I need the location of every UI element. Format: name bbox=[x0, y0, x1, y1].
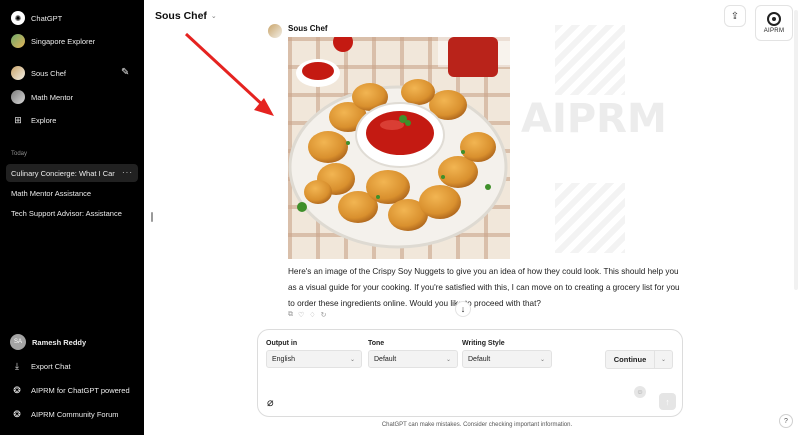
grid-icon: ⊞ bbox=[14, 114, 22, 125]
emoji-icon[interactable]: ☺ bbox=[634, 386, 646, 398]
history-item-label: Culinary Concierge: What I Can bbox=[11, 168, 115, 178]
history-item[interactable]: Culinary Concierge: What I Can ··· bbox=[6, 164, 138, 182]
arrow-up-icon: ↑ bbox=[665, 396, 670, 407]
sidebar-item-singapore-explorer[interactable]: Singapore Explorer bbox=[6, 31, 138, 51]
share-icon: ⇪ bbox=[730, 10, 740, 22]
share-button[interactable]: ⇪ bbox=[724, 5, 746, 27]
aiprm-badge[interactable]: AIPRM bbox=[755, 5, 793, 41]
sidebar-item-label: AIPRM Community Forum bbox=[31, 409, 119, 419]
sidebar-item-math-mentor[interactable]: Math Mentor bbox=[6, 87, 138, 107]
history-item[interactable]: Math Mentor Assistance bbox=[6, 184, 138, 202]
sidebar-item-label: ChatGPT bbox=[31, 13, 63, 23]
continue-options-button[interactable]: ⌄ bbox=[655, 350, 673, 369]
gpt-avatar-icon bbox=[11, 90, 25, 104]
history-section-label: Today bbox=[11, 151, 28, 157]
history-item-label: Math Mentor Assistance bbox=[11, 188, 92, 198]
aiprm-watermark-graphic bbox=[555, 25, 625, 95]
message-actions: ⧉ ♡ ♢ ↻ bbox=[288, 311, 326, 319]
avatar: SA bbox=[10, 334, 26, 350]
aiprm-community-forum-link[interactable]: ❂ AIPRM Community Forum bbox=[6, 404, 138, 424]
arrow-down-icon: ↓ bbox=[460, 304, 466, 314]
assistant-message: Here's an image of the Crispy Soy Nugget… bbox=[288, 267, 680, 308]
user-profile[interactable]: SA Ramesh Reddy bbox=[6, 332, 138, 352]
aiprm-watermark-graphic bbox=[555, 183, 625, 253]
output-language-select[interactable]: English ⌄ bbox=[266, 350, 362, 368]
disclaimer-text: ChatGPT can make mistakes. Consider chec… bbox=[381, 422, 573, 428]
sidebar-resize-handle[interactable] bbox=[151, 212, 153, 222]
sidebar-item-label: Singapore Explorer bbox=[31, 36, 96, 46]
model-name: Sous Chef bbox=[155, 10, 207, 22]
tone-label: Tone bbox=[368, 340, 385, 347]
chevron-down-icon: ⌄ bbox=[660, 357, 667, 363]
aiprm-watermark-text: AIPRM bbox=[521, 96, 667, 142]
copy-icon[interactable]: ⧉ bbox=[288, 311, 293, 319]
chevron-down-icon: ⌄ bbox=[349, 356, 355, 363]
scrollbar[interactable] bbox=[794, 10, 798, 290]
continue-button[interactable]: Continue bbox=[605, 350, 655, 369]
new-chat-edit-icon[interactable]: ✎ bbox=[121, 67, 132, 78]
thumbs-down-icon[interactable]: ♢ bbox=[309, 311, 315, 319]
chevron-down-icon: ⌄ bbox=[445, 356, 451, 363]
aiprm-logo-icon bbox=[767, 12, 781, 26]
history-item-label: Tech Support Advisor: Assistance bbox=[11, 208, 122, 218]
sidebar-item-label: Explore bbox=[31, 115, 57, 125]
aiprm-badge-label: AIPRM bbox=[763, 28, 785, 34]
export-icon: ⤓ bbox=[15, 360, 19, 371]
regenerate-icon[interactable]: ↻ bbox=[321, 311, 327, 319]
writing-style-label: Writing Style bbox=[462, 340, 505, 347]
aiprm-powered-link[interactable]: ❂ AIPRM for ChatGPT powered bbox=[6, 380, 138, 400]
sidebar-item-sous-chef[interactable]: Sous Chef ✎ bbox=[6, 63, 138, 83]
forum-icon: ❂ bbox=[13, 408, 21, 419]
gpt-avatar-icon bbox=[11, 66, 25, 80]
openai-icon: ✺ bbox=[11, 11, 25, 25]
chevron-down-icon: ⌄ bbox=[539, 356, 545, 363]
sidebar-item-label: Math Mentor bbox=[31, 92, 74, 102]
bot-name: Sous Chef bbox=[288, 24, 328, 32]
sidebar-item-label: Sous Chef bbox=[31, 68, 67, 78]
writing-style-select[interactable]: Default ⌄ bbox=[462, 350, 552, 368]
history-item[interactable]: Tech Support Advisor: Assistance bbox=[6, 204, 138, 222]
sidebar: ✺ ChatGPT Singapore Explorer Sous Chef ✎… bbox=[0, 0, 144, 435]
aiprm-icon: ❂ bbox=[13, 384, 21, 395]
help-button[interactable]: ? bbox=[779, 414, 793, 428]
gpt-avatar-icon bbox=[11, 34, 25, 48]
tone-value: Default bbox=[374, 355, 397, 363]
chevron-down-icon: ⌄ bbox=[210, 13, 217, 20]
thumbs-up-icon[interactable]: ♡ bbox=[298, 311, 304, 319]
annotation-arrow bbox=[184, 32, 274, 116]
user-name: Ramesh Reddy bbox=[32, 337, 87, 347]
sidebar-item-label: AIPRM for ChatGPT powered bbox=[31, 385, 130, 395]
prompt-composer: Output in English ⌄ Tone Default ⌄ Writi… bbox=[257, 329, 683, 417]
output-language-label: Output in bbox=[266, 340, 298, 347]
tone-select[interactable]: Default ⌄ bbox=[368, 350, 458, 368]
sidebar-item-chatgpt[interactable]: ✺ ChatGPT bbox=[6, 8, 138, 28]
nuggets-illustration bbox=[288, 37, 510, 259]
model-selector[interactable]: Sous Chef ⌄ bbox=[155, 10, 217, 22]
sidebar-item-explore[interactable]: ⊞ Explore bbox=[6, 110, 138, 130]
attach-file-icon[interactable]: ⌀ bbox=[267, 396, 274, 409]
sidebar-item-label: Export Chat bbox=[31, 361, 71, 371]
export-chat-button[interactable]: ⤓ Export Chat bbox=[6, 356, 138, 376]
more-options-icon[interactable]: ··· bbox=[122, 168, 133, 177]
send-button[interactable]: ↑ bbox=[659, 393, 676, 410]
scroll-to-bottom-button[interactable]: ↓ bbox=[455, 301, 471, 317]
generated-food-image[interactable] bbox=[288, 37, 510, 259]
writing-style-value: Default bbox=[468, 355, 491, 363]
output-language-value: English bbox=[272, 355, 295, 363]
